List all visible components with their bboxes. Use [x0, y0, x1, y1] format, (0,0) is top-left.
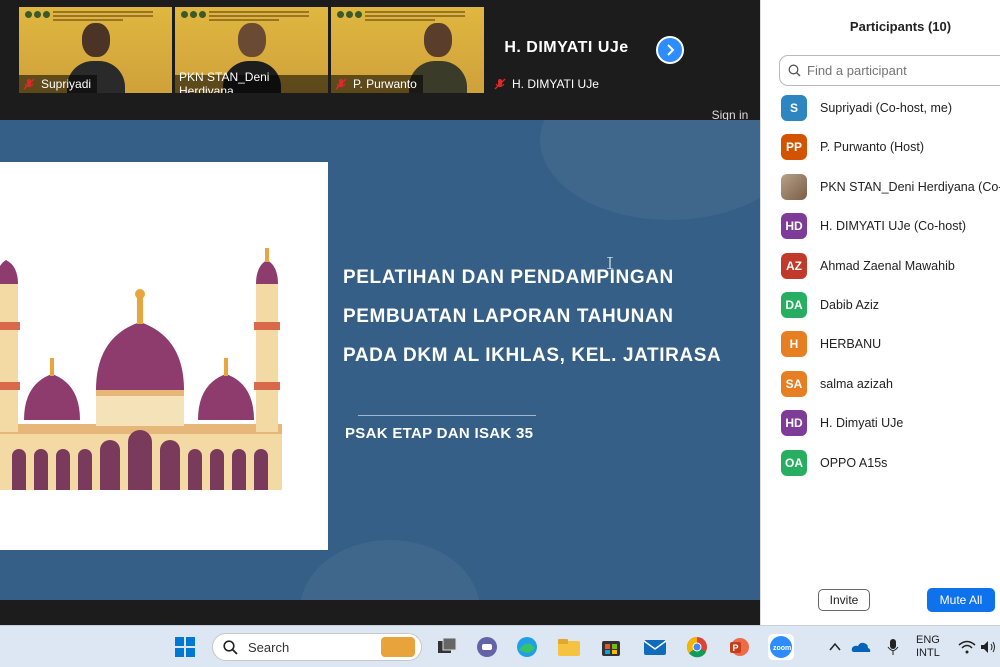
windows-taskbar: Search P zoom ENG INTL — [0, 625, 1000, 667]
svg-text:P: P — [733, 643, 739, 653]
participant-row[interactable]: SA salma azizah — [781, 370, 1000, 398]
participant-name: salma azizah — [820, 376, 893, 391]
avatar: DA — [781, 292, 807, 318]
participant-row[interactable]: OA OPPO A15s — [781, 449, 1000, 477]
tile-big-name: H. DIMYATI UJe — [504, 39, 629, 56]
video-tile-supriyadi[interactable]: Supriyadi — [19, 7, 172, 93]
participant-row[interactable]: S Supriyadi (Co-host, me) — [781, 94, 1000, 122]
avatar: OA — [781, 449, 807, 476]
chrome-icon[interactable] — [684, 634, 710, 660]
start-icon[interactable] — [172, 634, 198, 660]
search-icon — [223, 639, 238, 655]
tile-name: PKN STAN_Deni Herdiyana — [179, 70, 270, 93]
file-explorer-icon[interactable] — [556, 634, 582, 660]
shared-screen-slide: PELATIHAN DAN PENDAMPINGAN PEMBUATAN LAP… — [0, 120, 760, 600]
zoom-icon[interactable]: zoom — [768, 634, 794, 660]
slide-title-line: PEMBUATAN LAPORAN TAHUNAN — [343, 306, 674, 327]
powerpoint-icon[interactable]: P — [726, 634, 752, 660]
tile-name: Supriyadi — [41, 77, 92, 91]
slide-title-line: PADA DKM AL IKHLAS, KEL. JATIRASA — [343, 345, 722, 366]
slide-image-card — [0, 162, 328, 550]
text-cursor-icon — [607, 257, 613, 269]
participant-row[interactable]: PP P. Purwanto (Host) — [781, 133, 1000, 161]
chat-icon[interactable] — [474, 634, 500, 660]
mic-off-icon — [494, 78, 506, 90]
invite-button[interactable]: Invite — [818, 589, 870, 611]
tile-name-bar: P. Purwanto — [331, 75, 423, 93]
slide-title: PELATIHAN DAN PENDAMPINGAN PEMBUATAN LAP… — [343, 258, 760, 375]
participant-name: OPPO A15s — [820, 455, 888, 470]
participant-row[interactable]: HD H. Dimyati UJe — [781, 409, 1000, 437]
language-indicator[interactable]: ENG INTL — [916, 634, 940, 660]
participant-search-input[interactable] — [805, 62, 989, 79]
avatar: SA — [781, 370, 807, 397]
participant-row[interactable]: HD H. DIMYATI UJe (Co-host) — [781, 212, 1000, 240]
participants-title: Participants (10) — [849, 19, 952, 34]
search-icon — [788, 64, 801, 77]
briefcase-icon — [381, 637, 415, 657]
participant-row[interactable]: DA Dabib Aziz — [781, 291, 1000, 319]
mosque-illustration — [0, 248, 282, 490]
edge-icon[interactable] — [514, 634, 540, 660]
taskbar-search[interactable]: Search — [212, 633, 422, 661]
participant-row[interactable]: PKN STAN_Deni Herdiyana (Co-h — [781, 173, 1000, 201]
chevron-up-icon[interactable] — [822, 634, 848, 660]
meeting-area: Supriyadi PKN STAN_Deni Herdiyana P. Pur… — [0, 0, 760, 625]
next-page-button[interactable] — [656, 36, 684, 64]
slide-subtitle: PSAK ETAP DAN ISAK 35 — [345, 425, 534, 442]
tile-name: H. DIMYATI UJe — [512, 77, 599, 91]
video-tile-dimyati[interactable]: H. DIMYATI UJe H. DIMYATI UJe — [490, 7, 643, 93]
participant-row[interactable]: H HERBANU — [781, 330, 1000, 358]
participant-name: P. Purwanto (Host) — [820, 140, 924, 155]
task-view-icon[interactable] — [434, 634, 460, 660]
participant-name: H. Dimyati UJe — [820, 416, 904, 431]
participant-row[interactable]: AZ Ahmad Zaenal Mawahib — [781, 252, 1000, 280]
chevron-right-icon — [667, 44, 675, 56]
participant-name: Dabib Aziz — [820, 298, 880, 312]
avatar: H — [781, 331, 807, 358]
mic-off-icon — [23, 78, 35, 90]
mic-off-icon — [335, 78, 347, 90]
avatar: PP — [781, 134, 807, 161]
onedrive-icon[interactable] — [848, 634, 874, 660]
avatar: HD — [781, 410, 807, 437]
avatar: S — [781, 95, 807, 121]
video-tile-purwanto[interactable]: P. Purwanto — [331, 7, 484, 93]
participants-panel: Participants (10) S Supriyadi (Co-host, m… — [760, 0, 1000, 625]
mail-icon[interactable] — [642, 634, 668, 660]
slide-title-line: PELATIHAN DAN PENDAMPINGAN — [343, 267, 674, 288]
volume-icon[interactable] — [976, 634, 1000, 660]
participant-name: Supriyadi (Co-host, me) — [820, 101, 952, 115]
tile-name-bar: PKN STAN_Deni Herdiyana — [175, 70, 328, 93]
store-icon[interactable] — [598, 634, 624, 660]
language-line: ENG — [916, 634, 940, 646]
tile-name-bar: H. DIMYATI UJe — [490, 75, 605, 93]
tile-name: P. Purwanto — [353, 77, 417, 91]
participant-name: Ahmad Zaenal Mawahib — [820, 258, 955, 273]
mute-all-button[interactable]: Mute All — [927, 588, 995, 612]
participant-name: PKN STAN_Deni Herdiyana (Co-h — [820, 179, 1000, 194]
video-strip: Supriyadi PKN STAN_Deni Herdiyana P. Pur… — [0, 0, 760, 104]
tile-name-bar: Supriyadi — [19, 75, 98, 93]
taskbar-search-label: Search — [248, 639, 290, 655]
language-line: INTL — [916, 647, 940, 659]
video-tile-deni[interactable]: PKN STAN_Deni Herdiyana — [175, 7, 328, 93]
participant-search[interactable] — [779, 55, 1000, 86]
slide-divider — [358, 415, 536, 416]
microphone-icon[interactable] — [880, 634, 906, 660]
participant-name: H. DIMYATI UJe (Co-host) — [820, 219, 967, 234]
avatar: HD — [781, 213, 807, 240]
avatar: AZ — [781, 252, 807, 279]
avatar — [781, 173, 807, 200]
svg-text:zoom: zoom — [773, 645, 791, 652]
participant-name: HERBANU — [820, 337, 882, 352]
meeting-bottom-bar — [0, 600, 760, 625]
